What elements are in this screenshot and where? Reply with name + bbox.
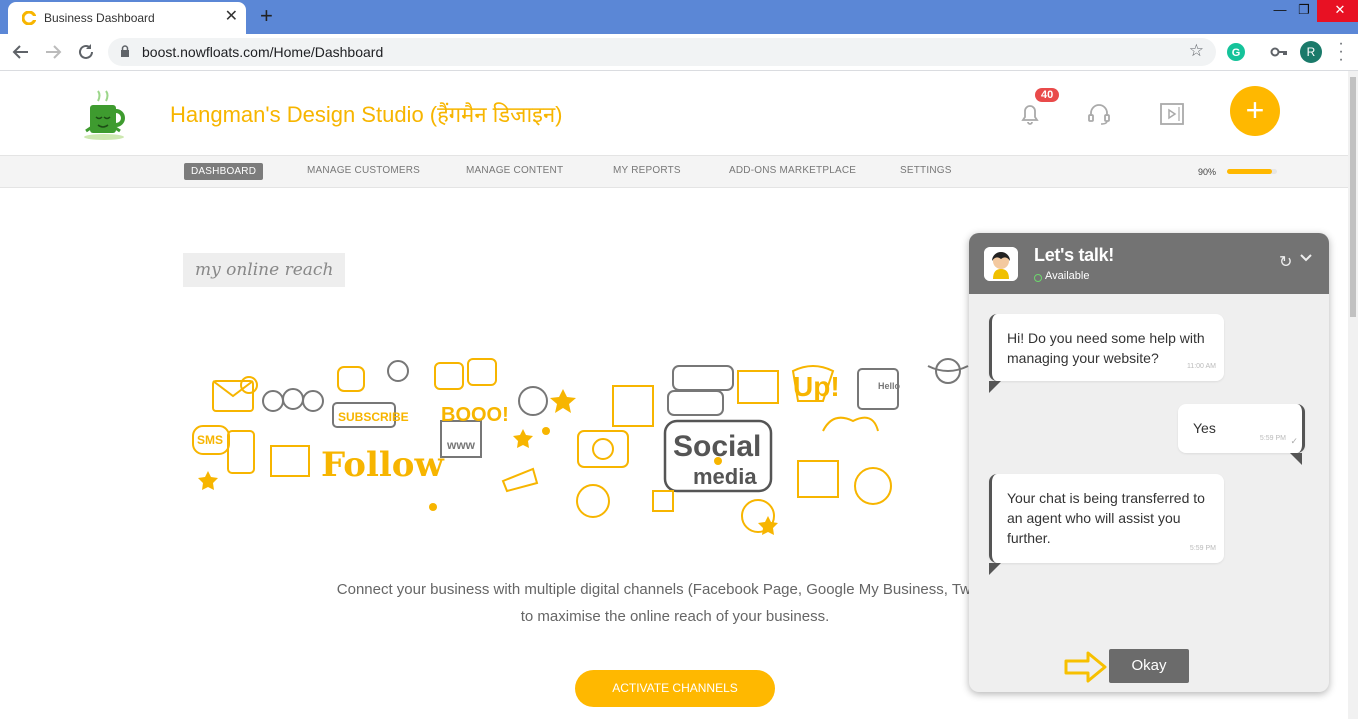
nav-dashboard[interactable]: DASHBOARD	[184, 163, 264, 180]
nav-settings[interactable]: SETTINGS	[900, 165, 952, 176]
chat-widget: Let's talk! Available ↻ Hi! Do you need …	[969, 233, 1329, 692]
grammarly-icon[interactable]: G	[1225, 41, 1247, 63]
lock-icon	[121, 45, 129, 57]
browser-titlebar: Business Dashboard ✕ + — ❐ ✕	[0, 0, 1358, 34]
message-text: Yes	[1193, 420, 1216, 436]
tab-close-icon[interactable]: ✕	[225, 9, 238, 25]
bubble-tail	[1290, 453, 1302, 465]
bubble-tail	[989, 563, 1001, 575]
back-icon[interactable]	[10, 41, 32, 63]
url-text: boost.nowfloats.com/Home/Dashboard	[142, 44, 384, 60]
tab-title: Business Dashboard	[44, 11, 155, 25]
message-time: 5:59 PM	[1259, 435, 1286, 442]
message-time: 5:59 PM	[1189, 545, 1216, 552]
browser-tab[interactable]: Business Dashboard ✕	[8, 2, 246, 34]
bell-icon[interactable]	[1017, 101, 1043, 127]
add-button[interactable]: +	[1230, 86, 1280, 136]
arrow-right-icon	[1064, 651, 1107, 683]
browser-menu-icon[interactable]: · · ·	[1336, 36, 1346, 68]
doodle-word: Up!	[793, 371, 840, 402]
doodle-word: Social	[673, 430, 761, 463]
doodle-word: SUBSCRIBE	[338, 410, 409, 424]
browser-toolbar: boost.nowfloats.com/Home/Dashboard ☆ G R…	[0, 34, 1358, 71]
agent-avatar	[984, 247, 1018, 281]
chat-message-agent: Your chat is being transferred to an age…	[989, 474, 1224, 563]
key-icon[interactable]	[1268, 41, 1290, 63]
reload-icon[interactable]	[75, 41, 97, 63]
address-bar[interactable]: boost.nowfloats.com/Home/Dashboard ☆	[108, 38, 1216, 66]
doodle-word: Follow	[321, 445, 444, 485]
business-name: Hangman's Design Studio (हैंगमैन डिजाइन)	[170, 102, 563, 127]
video-icon[interactable]	[1159, 101, 1185, 127]
section-title: my online reach	[183, 253, 346, 287]
activate-channels-button[interactable]: ACTIVATE CHANNELS	[575, 670, 775, 707]
new-tab-icon[interactable]: +	[260, 5, 273, 27]
nav-addons-marketplace[interactable]: ADD-ONS MARKETPLACE	[729, 165, 856, 176]
message-time: 11:00 AM	[1186, 363, 1216, 370]
bubble-tail	[989, 381, 1001, 393]
bookmark-star-icon[interactable]: ☆	[1189, 41, 1204, 61]
doodle-word: SMS	[197, 433, 223, 447]
chat-header[interactable]: Let's talk! Available ↻	[969, 233, 1329, 294]
chevron-down-icon[interactable]	[1299, 250, 1313, 264]
chat-status: Available	[1045, 270, 1090, 282]
plus-icon: +	[1245, 92, 1265, 128]
site-health-percent: 90%	[1198, 167, 1217, 177]
headset-icon[interactable]	[1086, 101, 1112, 127]
profile-avatar[interactable]: R	[1300, 41, 1322, 63]
business-logo	[68, 85, 140, 143]
forward-icon[interactable]	[42, 41, 64, 63]
site-health-bar	[1227, 169, 1277, 174]
refresh-icon[interactable]: ↻	[1279, 252, 1292, 272]
page-scrollbar[interactable]	[1348, 71, 1358, 719]
nav-my-reports[interactable]: MY REPORTS	[613, 165, 681, 176]
site-favicon-icon	[22, 11, 36, 25]
chat-message-agent: Hi! Do you need some help with managing …	[989, 314, 1224, 381]
status-dot-icon	[1034, 274, 1042, 282]
doodle-word: media	[693, 464, 757, 489]
okay-button[interactable]: Okay	[1109, 649, 1189, 683]
nav-manage-content[interactable]: MANAGE CONTENT	[466, 165, 563, 176]
doodle-word: BOOO!	[441, 404, 509, 426]
chat-message-user: Yes 5:59 PM ✓	[1178, 404, 1305, 453]
svg-text:G: G	[1232, 47, 1241, 59]
restore-icon[interactable]: ❐	[1290, 0, 1318, 22]
window-close-icon[interactable]: ✕	[1317, 0, 1358, 22]
doodle-word: www	[446, 438, 476, 452]
notification-badge: 40	[1035, 88, 1060, 102]
checkmark-icon: ✓	[1290, 436, 1298, 446]
main-nav: DASHBOARD MANAGE CUSTOMERS MANAGE CONTEN…	[0, 155, 1348, 188]
chat-title: Let's talk!	[1034, 245, 1115, 265]
doodle-word: Hello	[878, 381, 901, 391]
nav-manage-customers[interactable]: MANAGE CUSTOMERS	[307, 165, 420, 176]
social-media-illustration: SUBSCRIBE BOOO! Follow www Social media …	[192, 358, 969, 535]
